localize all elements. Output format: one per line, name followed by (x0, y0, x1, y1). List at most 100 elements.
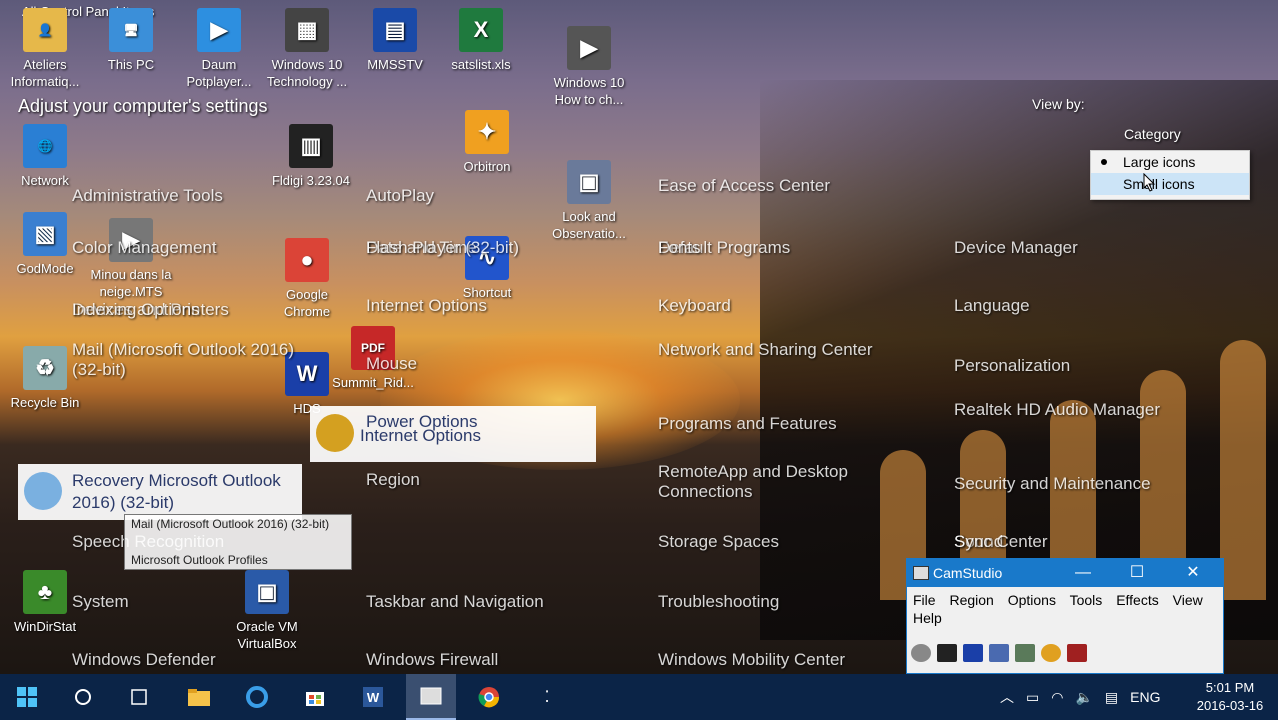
folder-icon (188, 689, 210, 706)
pause-icon[interactable] (937, 644, 957, 662)
desktop-icon-image: X (459, 8, 503, 52)
desktop-icon[interactable]: ● Google Chrome (262, 238, 352, 320)
desktop-icon-label: Recycle Bin (10, 395, 80, 410)
menu-view[interactable]: View (1173, 592, 1203, 608)
control-panel-item[interactable]: Keyboard (658, 296, 731, 316)
view-by-menu: Large icons Small icons (1090, 150, 1250, 200)
desktop-icon[interactable]: ▦ Windows 10 Technology ... (262, 8, 352, 90)
desktop-icon[interactable]: ▥ Fldigi 3.23.04 (266, 124, 356, 189)
desktop-icon-label: Orbitron (463, 159, 511, 174)
show-hidden-icons-icon[interactable]: ︿ (1000, 687, 1014, 707)
control-panel-item[interactable]: System (72, 592, 129, 612)
view-by-dropdown[interactable]: Category (1124, 126, 1181, 142)
control-panel-item[interactable]: Language (954, 296, 1030, 316)
internet-options-label: Internet Options (360, 426, 481, 445)
region-icon[interactable] (989, 644, 1009, 662)
taskbar: W ⁚ ︿ ▭ ◠ 🔈 ▤ ENG 5:01 PM 2016-03-16 (0, 674, 1278, 720)
camstudio-taskbar-button[interactable] (406, 674, 456, 720)
control-panel-item[interactable]: Sync Center (954, 532, 1048, 552)
control-panel-item[interactable]: Storage Spaces (658, 532, 779, 552)
stop-icon[interactable] (963, 644, 983, 662)
desktop-icon[interactable]: Xsatslist.xls (436, 8, 526, 73)
search-button[interactable] (58, 674, 108, 720)
control-panel-item[interactable]: RemoteApp and Desktop Connections (658, 462, 888, 502)
control-panel-item[interactable]: Windows Firewall (366, 650, 498, 670)
cortana-icon (75, 689, 91, 705)
file-explorer-button[interactable] (174, 674, 224, 720)
desktop-icon-label: Google Chrome (283, 287, 331, 319)
control-panel-item[interactable]: Fonts (658, 238, 701, 258)
mail-icon (24, 472, 62, 510)
menu-help[interactable]: Help (913, 610, 942, 626)
control-panel-item[interactable]: Mouse (366, 354, 417, 374)
control-panel-item[interactable]: Troubleshooting (658, 592, 779, 612)
menu-item-large-icons[interactable]: Large icons (1091, 151, 1249, 173)
mail-item-highlight[interactable]: Recovery Microsoft Outlook 2016) (32-bit… (18, 464, 302, 520)
control-panel-item[interactable]: Personalization (954, 356, 1070, 376)
start-button[interactable] (2, 674, 52, 720)
desktop-icon[interactable]: 🖥 This PC (86, 8, 176, 73)
desktop-icon[interactable]: 👤 Ateliers Informatiq... (0, 8, 90, 90)
control-panel-item[interactable]: Realtek HD Audio Manager (954, 400, 1160, 420)
action-center-icon[interactable]: ▤ (1105, 689, 1118, 706)
desktop-icon[interactable]: ▶ Minou dans la neige.MTS (86, 218, 176, 300)
control-panel-item[interactable]: Windows Defender (72, 650, 216, 670)
control-panel-item[interactable]: Flash Player (32-bit) (366, 238, 519, 258)
control-panel-item[interactable]: Taskbar and Navigation (366, 592, 544, 612)
control-panel-item[interactable]: Color Management (72, 238, 217, 258)
selected-bullet-icon (1101, 159, 1107, 165)
task-view-button[interactable] (114, 674, 164, 720)
control-panel-item[interactable]: Administrative Tools (72, 186, 223, 206)
menu-region[interactable]: Region (949, 592, 993, 608)
desktop-icon-image: 🖥 (109, 8, 153, 52)
desktop-icon-label: Ateliers Informatiq... (10, 57, 80, 89)
wifi-icon[interactable]: ◠ (1051, 689, 1063, 706)
control-panel-item[interactable]: Ease of Access Center (658, 176, 830, 196)
tool-icon[interactable] (1067, 644, 1087, 662)
desktop-icon[interactable]: ▤ MMSSTV (350, 8, 440, 73)
word-button[interactable]: W (348, 674, 398, 720)
close-button[interactable]: ✕ (1173, 559, 1213, 587)
options-icon[interactable] (1015, 644, 1035, 662)
effects-icon[interactable] (1041, 644, 1061, 662)
control-panel-item[interactable]: Network and Sharing Center (658, 340, 873, 360)
control-panel-item[interactable]: Device Manager (954, 238, 1078, 258)
control-panel-item[interactable]: Region (366, 470, 420, 490)
battery-icon[interactable]: ▭ (1026, 689, 1039, 706)
control-panel-item[interactable]: Mail (Microsoft Outlook 2016) (32-bit) (72, 340, 302, 380)
power-options-icon (316, 414, 354, 452)
control-panel-item[interactable]: Security and Maintenance (954, 474, 1151, 494)
control-panel-item[interactable]: Indexing Options (72, 300, 200, 320)
desktop-icon[interactable]: ▣ Oracle VM VirtualBox (222, 570, 312, 652)
menu-file[interactable]: File (913, 592, 936, 608)
minimize-button[interactable]: — (1063, 559, 1103, 587)
menu-tools[interactable]: Tools (1070, 592, 1103, 608)
desktop-icon[interactable]: ▣ Look and Observatio... (544, 160, 634, 242)
desktop-icon[interactable]: ▶ Windows 10 How to ch... (544, 26, 634, 108)
internet-options-highlight[interactable]: Power Options Internet Options (310, 406, 596, 462)
maximize-button[interactable]: ☐ (1117, 559, 1157, 587)
menu-options[interactable]: Options (1008, 592, 1056, 608)
control-panel-item[interactable]: Internet Options (366, 296, 487, 316)
clock[interactable]: 5:01 PM 2016-03-16 (1190, 679, 1270, 715)
control-panel-item[interactable]: Programs and Features (658, 414, 837, 434)
desktop-icon[interactable]: ✦ Orbitron (442, 110, 532, 175)
edge-button[interactable] (232, 674, 282, 720)
camstudio-titlebar[interactable]: CamStudio — ☐ ✕ (907, 559, 1223, 587)
desktop-icon[interactable]: ▶ Daum Potplayer... (174, 8, 264, 90)
store-button[interactable] (290, 674, 340, 720)
camstudio-title: CamStudio (933, 565, 1003, 581)
record-icon[interactable] (911, 644, 931, 662)
desktop-icon-label: Daum Potplayer... (186, 57, 252, 89)
pinned-app-button[interactable]: ⁚ (522, 674, 572, 720)
desktop-icon[interactable]: 🌐 Network (0, 124, 90, 189)
desktop-icon-image: ▥ (289, 124, 333, 168)
volume-icon[interactable]: 🔈 (1075, 689, 1092, 706)
chrome-button[interactable] (464, 674, 514, 720)
control-panel-item[interactable]: Windows Mobility Center (658, 650, 845, 670)
mouse-cursor-icon (1143, 173, 1156, 192)
menu-item-small-icons[interactable]: Small icons (1091, 173, 1249, 195)
language-indicator[interactable]: ENG (1130, 689, 1160, 705)
menu-effects[interactable]: Effects (1116, 592, 1159, 608)
control-panel-item[interactable]: AutoPlay (366, 186, 434, 206)
